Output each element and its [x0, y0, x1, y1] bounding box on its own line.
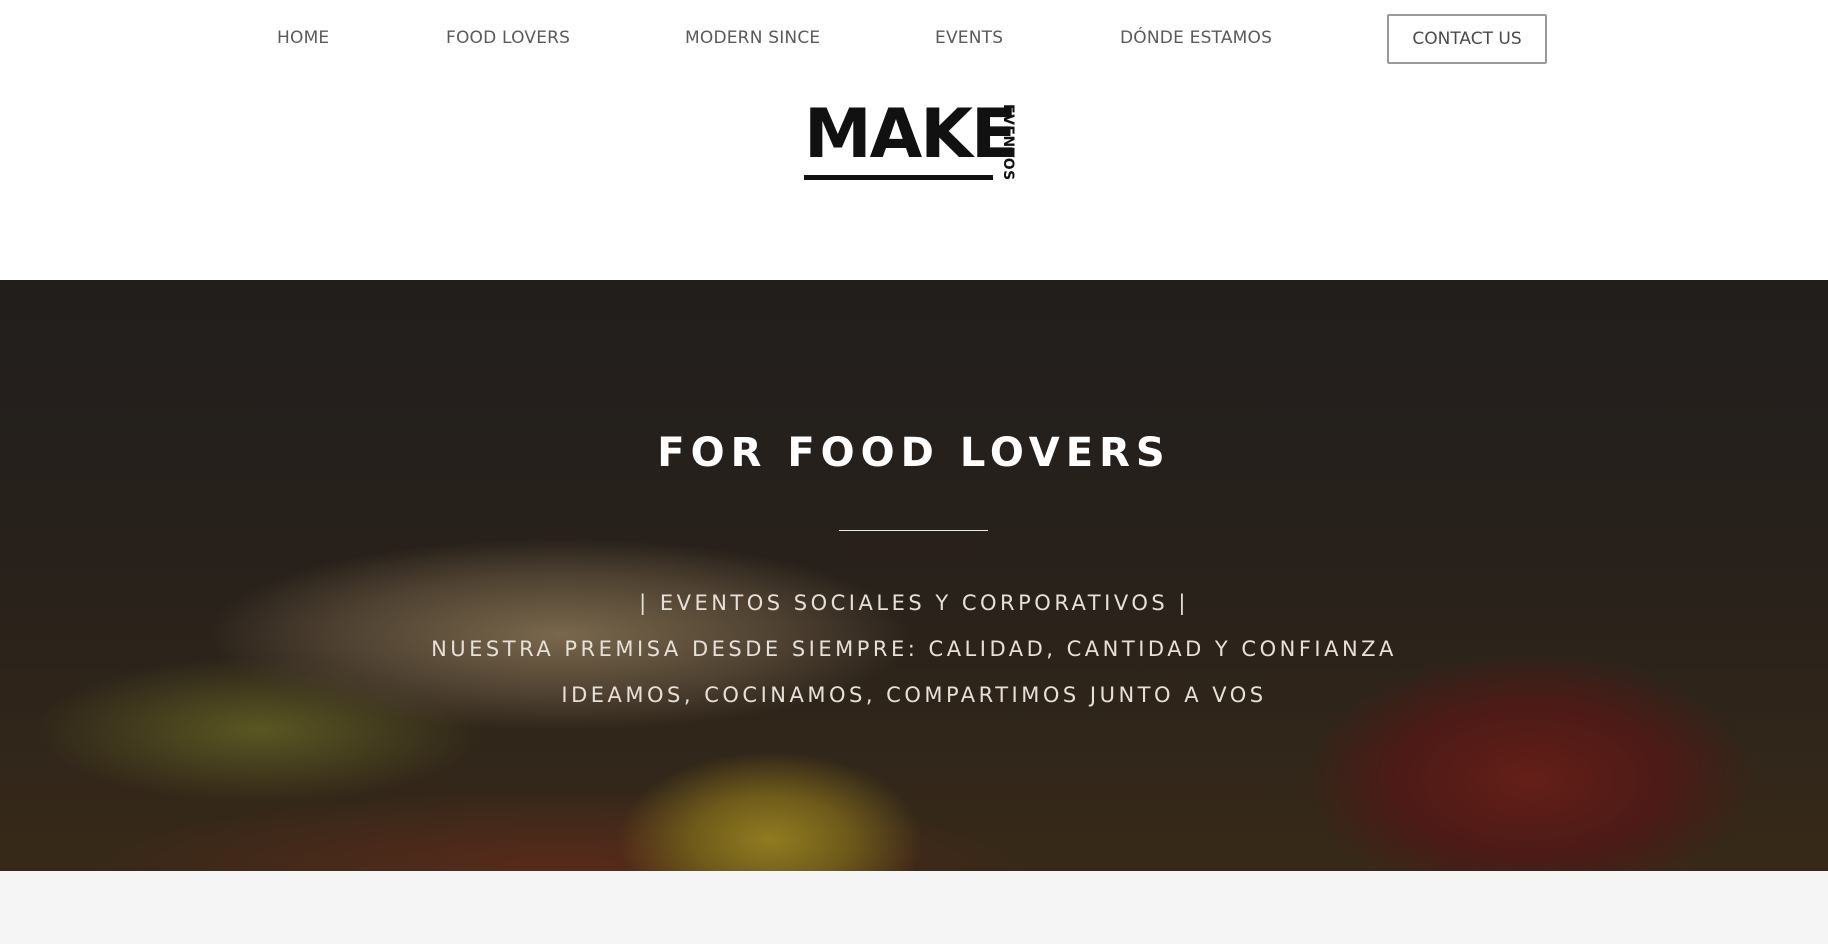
brand-logo[interactable]: MAKE EVENTOS	[804, 100, 1024, 190]
nav-item-events[interactable]: EVENTS	[935, 28, 1003, 48]
hero-tagline-2: NUESTRA PREMISA DESDE SIEMPRE: CALIDAD, …	[431, 637, 1397, 661]
hero-title: FOR FOOD LOVERS	[657, 430, 1171, 476]
next-section	[0, 871, 1828, 944]
hero-divider	[839, 530, 988, 531]
nav-item-donde-estamos[interactable]: DÓNDE ESTAMOS	[1120, 28, 1272, 48]
logo-subtitle: EVENTOS	[1000, 104, 1016, 181]
nav-item-home[interactable]: HOME	[277, 28, 329, 48]
hero-background-image	[0, 280, 1828, 871]
hero-banner: FOR FOOD LOVERS | EVENTOS SOCIALES Y COR…	[0, 280, 1828, 871]
contact-us-button[interactable]: CONTACT US	[1387, 14, 1547, 64]
hero-tagline-1: | EVENTOS SOCIALES Y CORPORATIVOS |	[639, 591, 1189, 615]
hero-tagline-3: IDEAMOS, COCINAMOS, COMPARTIMOS JUNTO A …	[561, 683, 1267, 707]
logo-wordmark: MAKE	[804, 95, 1017, 174]
nav-item-modern-since[interactable]: MODERN SINCE	[685, 28, 820, 48]
top-navigation: HOME FOOD LOVERS MODERN SINCE EVENTS DÓN…	[0, 0, 1828, 80]
logo-underline	[804, 175, 993, 180]
nav-item-food-lovers[interactable]: FOOD LOVERS	[446, 28, 570, 48]
